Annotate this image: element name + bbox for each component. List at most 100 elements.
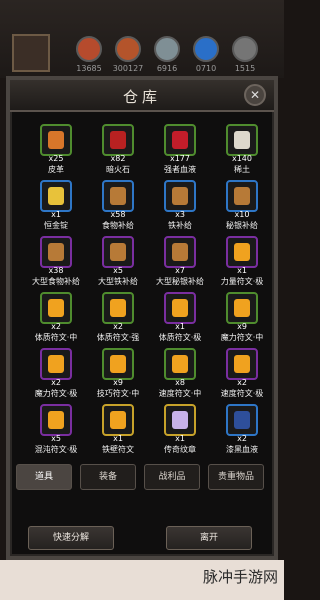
stone-icon (154, 36, 180, 62)
item-icon (164, 292, 196, 324)
item-glyph-icon (110, 299, 126, 317)
item-slot[interactable]: x9 魔力符文·中 (212, 292, 272, 348)
item-glyph-icon (48, 243, 64, 261)
item-slot[interactable]: x1 传奇纹章 (150, 404, 210, 460)
item-glyph-icon (48, 131, 64, 149)
item-name: 魔力符文·中 (220, 333, 264, 342)
item-icon (164, 236, 196, 268)
item-slot[interactable]: x38 大型食物补给 (26, 236, 86, 292)
item-icon (164, 180, 196, 212)
item-icon (40, 236, 72, 268)
item-icon (102, 292, 134, 324)
item-slot[interactable]: x177 强者血液 (150, 124, 210, 180)
tab-equipment[interactable]: 装备 (80, 464, 136, 490)
item-glyph-icon (110, 131, 126, 149)
item-slot[interactable]: x2 体质符文·强 (88, 292, 148, 348)
tab-items[interactable]: 道具 (16, 464, 72, 490)
item-icon (226, 292, 258, 324)
item-slot[interactable]: x82 暗火石 (88, 124, 148, 180)
item-glyph-icon (48, 411, 64, 429)
item-quantity: x1 (175, 322, 185, 331)
item-glyph-icon (172, 131, 188, 149)
item-quantity: x10 (234, 210, 250, 219)
item-icon (226, 404, 258, 436)
item-slot[interactable]: x58 食物补给 (88, 180, 148, 236)
item-glyph-icon (234, 187, 250, 205)
item-slot[interactable]: x5 混沌符文·极 (26, 404, 86, 460)
item-icon (226, 124, 258, 156)
item-quantity: x8 (175, 378, 185, 387)
item-name: 力量符文·极 (220, 277, 264, 286)
item-quantity: x9 (237, 322, 247, 331)
item-quantity: x1 (113, 434, 123, 443)
item-glyph-icon (172, 299, 188, 317)
item-glyph-icon (110, 187, 126, 205)
item-quantity: x5 (113, 266, 123, 275)
item-glyph-icon (234, 131, 250, 149)
item-icon (164, 404, 196, 436)
item-slot[interactable]: x5 大型铁补给 (88, 236, 148, 292)
item-glyph-icon (234, 411, 250, 429)
item-quantity: x1 (237, 266, 247, 275)
item-glyph-icon (234, 299, 250, 317)
item-slot[interactable]: x7 大型秘银补给 (150, 236, 210, 292)
item-name: 秘银补给 (226, 221, 258, 230)
crystal-icon (193, 36, 219, 62)
close-button[interactable]: ✕ (244, 84, 266, 106)
item-glyph-icon (172, 243, 188, 261)
item-slot[interactable]: x10 秘银补给 (212, 180, 272, 236)
item-name: 漆黑血液 (226, 445, 258, 454)
iron-icon (232, 36, 258, 62)
item-slot[interactable]: x9 技巧符文·中 (88, 348, 148, 404)
item-icon (226, 348, 258, 380)
item-slot[interactable]: x8 速度符文·中 (150, 348, 210, 404)
item-slot[interactable]: x1 铁壁符文 (88, 404, 148, 460)
item-quantity: x3 (175, 210, 185, 219)
item-quantity: x2 (51, 378, 61, 387)
item-slot[interactable]: x2 体质符文·中 (26, 292, 86, 348)
item-quantity: x2 (237, 378, 247, 387)
item-icon (40, 404, 72, 436)
item-glyph-icon (48, 299, 64, 317)
category-tabs: 道具 装备 战利品 贵重物品 (16, 464, 268, 490)
item-slot[interactable]: x25 皮革 (26, 124, 86, 180)
item-icon (102, 180, 134, 212)
item-quantity: x1 (175, 434, 185, 443)
item-icon (102, 236, 134, 268)
tab-loot[interactable]: 战利品 (144, 464, 200, 490)
item-name: 速度符文·极 (220, 389, 264, 398)
item-slot[interactable]: x140 稀土 (212, 124, 272, 180)
leave-button[interactable]: 离开 (166, 526, 252, 550)
player-avatar[interactable] (12, 34, 50, 72)
item-slot[interactable]: x3 铁补给 (150, 180, 210, 236)
item-glyph-icon (48, 187, 64, 205)
item-slot[interactable]: x1 体质符文·极 (150, 292, 210, 348)
resource-stone-value: 6916 (156, 64, 178, 73)
item-slot[interactable]: x1 恒金锭 (26, 180, 86, 236)
tab-valuables[interactable]: 贵重物品 (208, 464, 264, 490)
item-icon (102, 348, 134, 380)
item-icon (102, 124, 134, 156)
wood-icon (115, 36, 141, 62)
item-quantity: x9 (113, 378, 123, 387)
item-icon (164, 124, 196, 156)
item-slot[interactable]: x2 速度符文·极 (212, 348, 272, 404)
item-quantity: x7 (175, 266, 185, 275)
item-quantity: x2 (113, 322, 123, 331)
item-icon (164, 348, 196, 380)
item-glyph-icon (110, 411, 126, 429)
item-icon (40, 124, 72, 156)
quick-decompose-button[interactable]: 快速分解 (28, 526, 114, 550)
item-slot[interactable]: x2 魔力符文·极 (26, 348, 86, 404)
item-icon (226, 236, 258, 268)
window-title: 仓库 (122, 88, 161, 106)
resource-ore-value: 13685 (76, 64, 102, 73)
item-glyph-icon (172, 187, 188, 205)
top-hud: 13685 300127 6916 0710 1515 (0, 0, 284, 78)
item-glyph-icon (172, 411, 188, 429)
item-quantity: x140 (231, 154, 252, 163)
watermark-text: 脉冲手游网 (202, 568, 278, 586)
item-slot[interactable]: x1 力量符文·极 (212, 236, 272, 292)
item-quantity: x2 (51, 322, 61, 331)
item-slot[interactable]: x2 漆黑血液 (212, 404, 272, 460)
